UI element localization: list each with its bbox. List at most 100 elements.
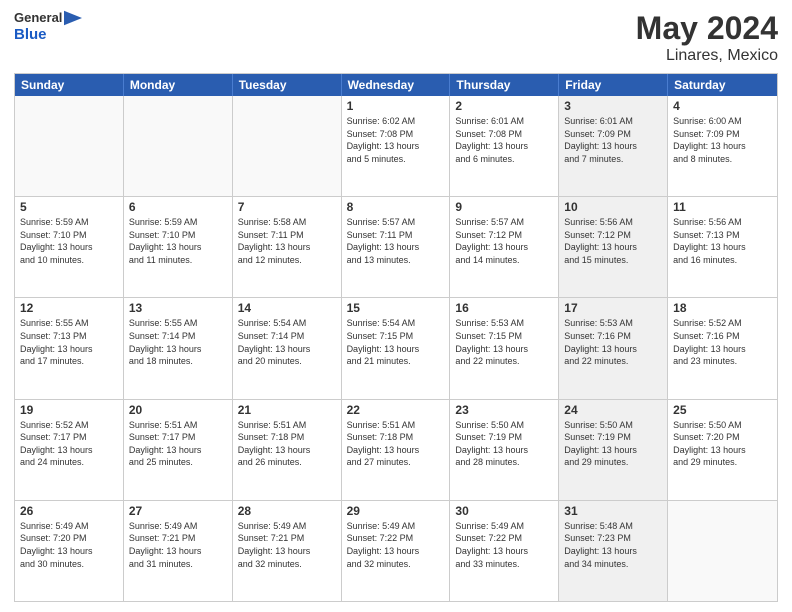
calendar-cell: 25 Sunrise: 5:50 AM Sunset: 7:20 PM Dayli… — [668, 400, 777, 500]
day-info: Sunrise: 6:01 AM Sunset: 7:08 PM Dayligh… — [455, 115, 553, 165]
calendar-cell: 23Sunrise: 5:50 AM Sunset: 7:19 PM Dayli… — [450, 400, 559, 500]
day-number: 27 — [129, 504, 227, 518]
day-number: 10 — [564, 200, 662, 214]
day-number: 28 — [238, 504, 336, 518]
weekday-header: Saturday — [668, 74, 777, 96]
weekday-header: Thursday — [450, 74, 559, 96]
calendar-cell: 11Sunrise: 5:56 AM Sunset: 7:13 PM Dayli… — [668, 197, 777, 297]
day-number: 23 — [455, 403, 553, 417]
calendar-row: 26 Sunrise: 5:49 AM Sunset: 7:20 PM Dayli… — [15, 501, 777, 601]
day-info: Sunrise: 5:58 AM Sunset: 7:11 PM Dayligh… — [238, 216, 336, 266]
day-number: 15 — [347, 301, 445, 315]
day-number: 14 — [238, 301, 336, 315]
weekday-header: Wednesday — [342, 74, 451, 96]
day-number: 31 — [564, 504, 662, 518]
calendar-cell: 31 Sunrise: 5:48 AM Sunset: 7:23 PM Dayli… — [559, 501, 668, 601]
calendar-cell: 12Sunrise: 5:55 AM Sunset: 7:13 PM Dayli… — [15, 298, 124, 398]
day-info: Sunrise: 5:50 AM Sunset: 7:20 PM Dayligh… — [673, 419, 772, 469]
calendar-cell: 15 Sunrise: 5:54 AM Sunset: 7:15 PM Dayli… — [342, 298, 451, 398]
day-number: 16 — [455, 301, 553, 315]
calendar-cell: 16 Sunrise: 5:53 AM Sunset: 7:15 PM Dayli… — [450, 298, 559, 398]
weekday-header: Friday — [559, 74, 668, 96]
day-info: Sunrise: 5:54 AM Sunset: 7:14 PM Dayligh… — [238, 317, 336, 367]
day-number: 1 — [347, 99, 445, 113]
calendar-cell: 14 Sunrise: 5:54 AM Sunset: 7:14 PM Dayli… — [233, 298, 342, 398]
day-info: Sunrise: 5:56 AM Sunset: 7:12 PM Dayligh… — [564, 216, 662, 266]
logo-general-text: General — [14, 10, 62, 26]
day-number: 20 — [129, 403, 227, 417]
calendar-row: 19Sunrise: 5:52 AM Sunset: 7:17 PM Dayli… — [15, 400, 777, 501]
logo: General Blue — [14, 10, 82, 44]
day-info: Sunrise: 5:55 AM Sunset: 7:14 PM Dayligh… — [129, 317, 227, 367]
calendar-cell: 21Sunrise: 5:51 AM Sunset: 7:18 PM Dayli… — [233, 400, 342, 500]
calendar-cell: 5Sunrise: 5:59 AM Sunset: 7:10 PM Daylig… — [15, 197, 124, 297]
calendar-row: 5Sunrise: 5:59 AM Sunset: 7:10 PM Daylig… — [15, 197, 777, 298]
day-number: 13 — [129, 301, 227, 315]
day-info: Sunrise: 6:02 AM Sunset: 7:08 PM Dayligh… — [347, 115, 445, 165]
calendar-cell: 10 Sunrise: 5:56 AM Sunset: 7:12 PM Dayli… — [559, 197, 668, 297]
calendar-cell: 2 Sunrise: 6:01 AM Sunset: 7:08 PM Daylig… — [450, 96, 559, 196]
calendar-cell — [124, 96, 233, 196]
calendar-cell: 1 Sunrise: 6:02 AM Sunset: 7:08 PM Daylig… — [342, 96, 451, 196]
day-info: Sunrise: 5:50 AM Sunset: 7:19 PM Dayligh… — [564, 419, 662, 469]
day-number: 30 — [455, 504, 553, 518]
weekday-header: Tuesday — [233, 74, 342, 96]
day-info: Sunrise: 5:52 AM Sunset: 7:16 PM Dayligh… — [673, 317, 772, 367]
day-info: Sunrise: 5:49 AM Sunset: 7:21 PM Dayligh… — [238, 520, 336, 570]
calendar-cell: 17Sunrise: 5:53 AM Sunset: 7:16 PM Dayli… — [559, 298, 668, 398]
day-number: 8 — [347, 200, 445, 214]
calendar-cell: 7 Sunrise: 5:58 AM Sunset: 7:11 PM Daylig… — [233, 197, 342, 297]
calendar-cell: 28 Sunrise: 5:49 AM Sunset: 7:21 PM Dayli… — [233, 501, 342, 601]
day-number: 12 — [20, 301, 118, 315]
title-block: May 2024 Linares, Mexico — [636, 10, 778, 65]
day-number: 26 — [20, 504, 118, 518]
day-number: 17 — [564, 301, 662, 315]
day-number: 3 — [564, 99, 662, 113]
day-number: 4 — [673, 99, 772, 113]
day-info: Sunrise: 5:52 AM Sunset: 7:17 PM Dayligh… — [20, 419, 118, 469]
day-info: Sunrise: 5:51 AM Sunset: 7:17 PM Dayligh… — [129, 419, 227, 469]
day-info: Sunrise: 5:49 AM Sunset: 7:20 PM Dayligh… — [20, 520, 118, 570]
day-info: Sunrise: 5:53 AM Sunset: 7:15 PM Dayligh… — [455, 317, 553, 367]
weekday-header: Monday — [124, 74, 233, 96]
calendar-cell: 6 Sunrise: 5:59 AM Sunset: 7:10 PM Daylig… — [124, 197, 233, 297]
day-number: 2 — [455, 99, 553, 113]
calendar-cell — [233, 96, 342, 196]
calendar-cell: 19Sunrise: 5:52 AM Sunset: 7:17 PM Dayli… — [15, 400, 124, 500]
day-number: 6 — [129, 200, 227, 214]
day-info: Sunrise: 5:49 AM Sunset: 7:22 PM Dayligh… — [455, 520, 553, 570]
header: General Blue May 2024 Linares, Mexico — [14, 10, 778, 65]
day-number: 9 — [455, 200, 553, 214]
day-info: Sunrise: 5:48 AM Sunset: 7:23 PM Dayligh… — [564, 520, 662, 570]
calendar-cell: 13 Sunrise: 5:55 AM Sunset: 7:14 PM Dayli… — [124, 298, 233, 398]
page: General Blue May 2024 Linares, Mexico Su… — [0, 0, 792, 612]
subtitle: Linares, Mexico — [636, 47, 778, 65]
day-info: Sunrise: 5:54 AM Sunset: 7:15 PM Dayligh… — [347, 317, 445, 367]
calendar-cell — [15, 96, 124, 196]
main-title: May 2024 — [636, 10, 778, 47]
day-info: Sunrise: 5:56 AM Sunset: 7:13 PM Dayligh… — [673, 216, 772, 266]
day-number: 22 — [347, 403, 445, 417]
logo-icon — [64, 10, 82, 26]
day-number: 25 — [673, 403, 772, 417]
day-number: 7 — [238, 200, 336, 214]
calendar-cell: 26 Sunrise: 5:49 AM Sunset: 7:20 PM Dayli… — [15, 501, 124, 601]
calendar-row: 1 Sunrise: 6:02 AM Sunset: 7:08 PM Daylig… — [15, 96, 777, 197]
day-info: Sunrise: 5:59 AM Sunset: 7:10 PM Dayligh… — [129, 216, 227, 266]
day-info: Sunrise: 5:51 AM Sunset: 7:18 PM Dayligh… — [347, 419, 445, 469]
calendar-cell: 4Sunrise: 6:00 AM Sunset: 7:09 PM Daylig… — [668, 96, 777, 196]
day-number: 29 — [347, 504, 445, 518]
day-info: Sunrise: 6:01 AM Sunset: 7:09 PM Dayligh… — [564, 115, 662, 165]
calendar-cell: 18 Sunrise: 5:52 AM Sunset: 7:16 PM Dayli… — [668, 298, 777, 398]
calendar-cell: 30 Sunrise: 5:49 AM Sunset: 7:22 PM Dayli… — [450, 501, 559, 601]
calendar-cell: 8Sunrise: 5:57 AM Sunset: 7:11 PM Daylig… — [342, 197, 451, 297]
calendar-header: SundayMondayTuesdayWednesdayThursdayFrid… — [15, 74, 777, 96]
calendar-cell: 20 Sunrise: 5:51 AM Sunset: 7:17 PM Dayli… — [124, 400, 233, 500]
logo-blue-text: Blue — [14, 26, 82, 44]
calendar-cell — [668, 501, 777, 601]
calendar-cell: 9 Sunrise: 5:57 AM Sunset: 7:12 PM Daylig… — [450, 197, 559, 297]
day-info: Sunrise: 5:57 AM Sunset: 7:12 PM Dayligh… — [455, 216, 553, 266]
day-number: 18 — [673, 301, 772, 315]
weekday-header: Sunday — [15, 74, 124, 96]
calendar: SundayMondayTuesdayWednesdayThursdayFrid… — [14, 73, 778, 602]
